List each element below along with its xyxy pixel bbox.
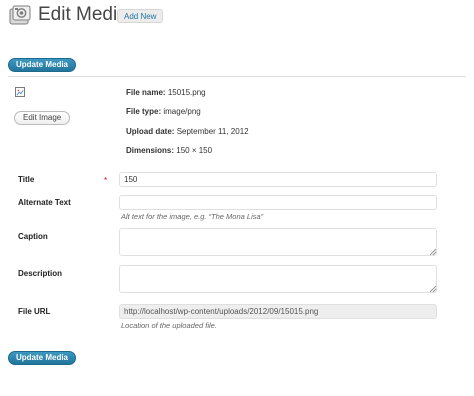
meta-dimensions: Dimensions: 150 × 150	[126, 146, 212, 155]
title-input[interactable]	[119, 172, 437, 187]
update-media-button-bottom[interactable]: Update Media	[8, 351, 77, 365]
caption-textarea[interactable]	[119, 228, 437, 256]
file-type-value: image/png	[163, 107, 201, 116]
image-thumbnail	[15, 87, 25, 97]
alt-text-input[interactable]	[119, 195, 437, 210]
alt-text-hint: Alt text for the image, e.g. “The Mona L…	[121, 212, 264, 221]
description-resize-handle[interactable]	[430, 286, 436, 292]
file-url-input[interactable]	[119, 304, 437, 319]
title-label: Title	[18, 175, 35, 184]
file-name-label: File name:	[126, 88, 166, 97]
meta-file-name: File name: 15015.png	[126, 88, 206, 97]
meta-upload-date: Upload date: September 11, 2012	[126, 127, 249, 136]
edit-image-button[interactable]: Edit Image	[14, 111, 71, 125]
caption-label: Caption	[18, 232, 48, 241]
update-media-button-top[interactable]: Update Media	[8, 58, 77, 72]
file-url-label: File URL	[18, 307, 51, 316]
description-textarea[interactable]	[119, 265, 437, 293]
caption-resize-handle[interactable]	[430, 249, 436, 255]
alt-text-label: Alternate Text	[18, 198, 71, 207]
upload-date-value: September 11, 2012	[176, 127, 249, 136]
page-title: Edit Media	[38, 4, 128, 25]
dimensions-value: 150 × 150	[176, 146, 213, 155]
description-label: Description	[18, 269, 63, 278]
divider	[8, 76, 466, 77]
meta-file-type: File type: image/png	[126, 107, 201, 116]
required-marker: *	[104, 176, 108, 185]
media-library-icon	[9, 5, 31, 25]
file-name-value: 15015.png	[167, 88, 206, 97]
dimensions-label: Dimensions:	[126, 146, 175, 155]
file-type-label: File type:	[126, 107, 162, 116]
file-url-hint: Location of the uploaded file.	[121, 321, 217, 330]
upload-date-label: Upload date:	[126, 127, 175, 136]
add-new-button[interactable]: Add New	[117, 9, 164, 23]
